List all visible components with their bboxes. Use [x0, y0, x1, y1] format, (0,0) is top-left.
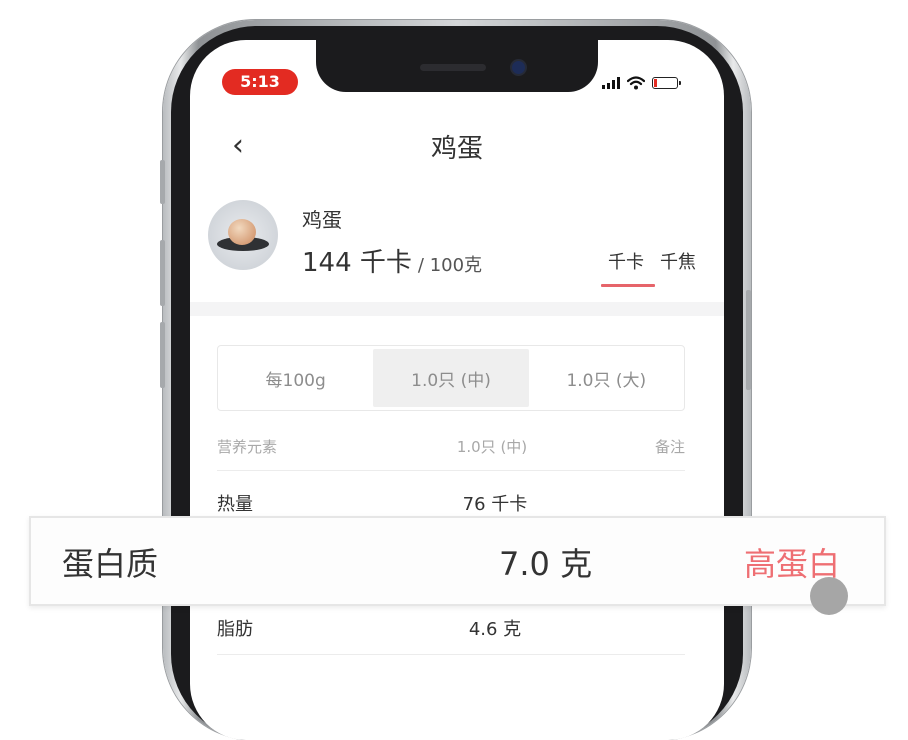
food-name: 鸡蛋 — [302, 208, 342, 232]
earpiece-speaker — [420, 64, 486, 71]
callout-nutrient: 蛋白质 — [62, 545, 159, 583]
section-divider — [190, 302, 724, 316]
header-amount: 1.0只 (中) — [456, 438, 528, 456]
page-title: 鸡蛋 — [430, 134, 483, 164]
volume-down-button — [160, 322, 165, 388]
table-rule — [217, 470, 685, 471]
energy-summary: 144 千卡/ 100克 — [302, 242, 482, 279]
table-row: 热量 76 千卡 — [217, 490, 685, 516]
status-time: 5:13 — [222, 69, 298, 95]
callout-amount: 7.0 克 — [499, 545, 593, 583]
portion-medium[interactable]: 1.0只 (中) — [373, 349, 529, 407]
food-image — [208, 200, 278, 270]
nutrition-table-header: 营养元素 1.0只 (中) 备注 — [217, 436, 685, 457]
energy-value: 144 千卡 — [302, 248, 412, 278]
wifi-icon — [627, 76, 645, 90]
active-tab-indicator — [601, 284, 655, 287]
table-row: 脂肪 4.6 克 — [217, 615, 685, 641]
phone-screen: 5:13 ‹ 鸡蛋 鸡蛋 144 千卡/ 100克 千卡 千焦 每100g 1.… — [190, 40, 724, 740]
power-button — [746, 290, 751, 390]
table-rule — [217, 654, 685, 655]
tab-kcal[interactable]: 千卡 — [608, 248, 644, 274]
portion-selector: 每100g 1.0只 (中) 1.0只 (大) — [217, 345, 685, 411]
front-camera — [512, 61, 525, 74]
header-note: 备注 — [654, 438, 685, 456]
protein-row-callout: 蛋白质 7.0 克 高蛋白 — [29, 516, 886, 606]
energy-per-unit: / 100克 — [417, 255, 483, 276]
row-amount: 4.6 克 — [468, 619, 522, 640]
signal-icon — [602, 77, 620, 89]
mute-switch — [160, 160, 165, 204]
tab-kj[interactable]: 千焦 — [660, 248, 696, 274]
notch — [316, 40, 598, 92]
energy-unit-tabs: 千卡 千焦 — [608, 248, 696, 274]
row-amount: 76 千卡 — [462, 494, 528, 515]
egg-shape — [228, 219, 256, 245]
battery-icon — [652, 77, 681, 89]
portion-large[interactable]: 1.0只 (大) — [529, 346, 684, 410]
status-icons — [602, 75, 681, 91]
volume-up-button — [160, 240, 165, 306]
portion-per-100g[interactable]: 每100g — [218, 346, 373, 410]
touch-indicator — [810, 577, 848, 615]
